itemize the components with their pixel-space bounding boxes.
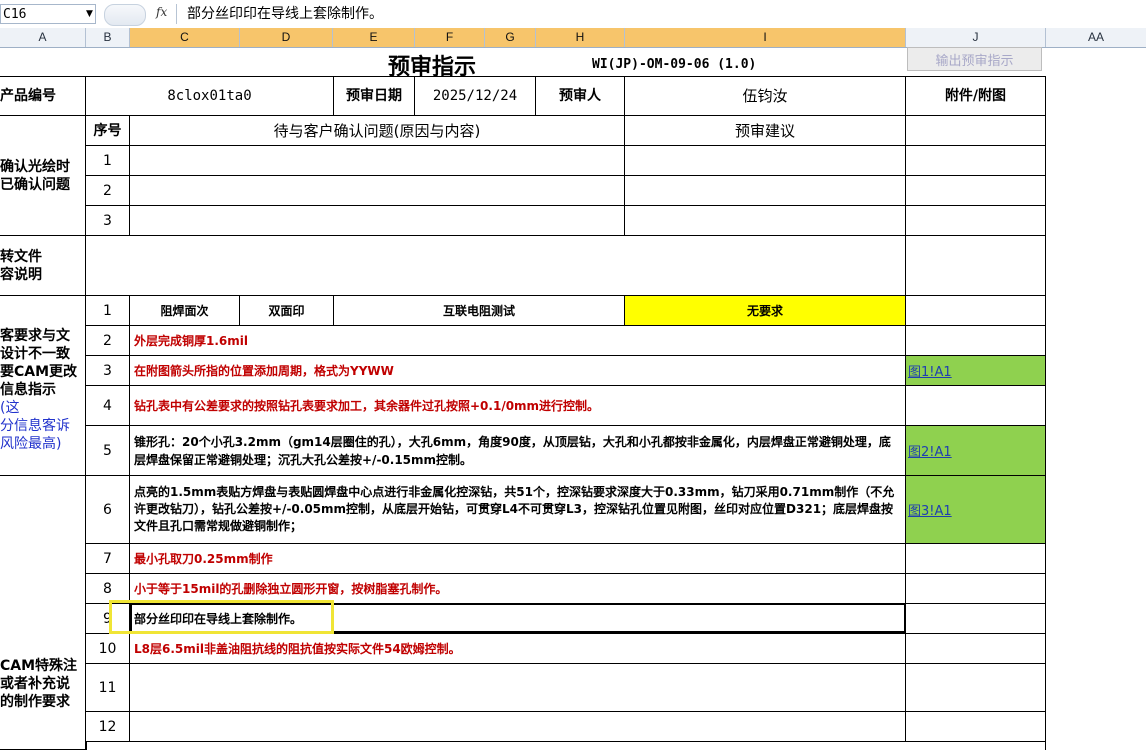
file-transfer-label: 转文件 容说明	[0, 236, 86, 296]
cam-special-label: CAM特殊注 或者补充说 的制作要求	[0, 476, 86, 750]
name-box[interactable]: C16	[0, 4, 96, 24]
seq-cell: 5	[86, 426, 130, 476]
seq-cell: 12	[86, 712, 130, 742]
seq-cell: 2	[86, 326, 130, 356]
column-header-j[interactable]: J	[906, 28, 1046, 47]
document-number: WI(JP)-OM-09-06 (1.0)	[592, 57, 757, 72]
chevron-down-icon[interactable]: ▼	[86, 9, 93, 19]
seq-cell: 11	[86, 664, 130, 712]
grid-continuation	[86, 742, 1046, 750]
requirement-cell[interactable]: 外层完成铜厚1.6mil	[130, 326, 906, 356]
no-requirement-cell[interactable]: 无要求	[625, 296, 906, 326]
issue-header: 待与客户确认问题(原因与内容)	[130, 116, 625, 146]
column-header-c[interactable]: C	[130, 28, 240, 47]
attachment-link[interactable]: 图3!A1	[906, 476, 1046, 544]
resistance-test-cell[interactable]: 互联电阻测试	[334, 296, 625, 326]
column-header-d[interactable]: D	[240, 28, 333, 47]
attachment-cell[interactable]	[906, 206, 1046, 236]
attachment-cell[interactable]	[906, 116, 1046, 146]
column-header-e[interactable]: E	[333, 28, 415, 47]
sheet-grid: 预审指示 WI(JP)-OM-09-06 (1.0) 输出预审指示 产品编号 8…	[0, 47, 1146, 750]
attachment-cell[interactable]	[906, 176, 1046, 206]
attachment-cell[interactable]	[906, 236, 1046, 296]
seq-header: 序号	[86, 116, 130, 146]
highlight-box	[109, 600, 334, 634]
seq-cell: 1	[86, 296, 130, 326]
seq-cell: 2	[86, 176, 130, 206]
attachment-cell[interactable]	[906, 604, 1046, 634]
issue-cell[interactable]	[130, 176, 625, 206]
file-transfer-content[interactable]	[86, 236, 906, 296]
review-date-value[interactable]: 2025/12/24	[415, 76, 536, 116]
suggestion-cell[interactable]	[625, 176, 906, 206]
seq-cell: 7	[86, 544, 130, 574]
requirement-cell[interactable]: 在附图箭头所指的位置添加周期，格式为YYWW	[130, 356, 906, 386]
suggestion-cell[interactable]	[625, 206, 906, 236]
attachment-cell[interactable]	[906, 712, 1046, 742]
attachment-cell[interactable]	[906, 326, 1046, 356]
attachment-link[interactable]: 图2!A1	[906, 426, 1046, 476]
column-header-a[interactable]: A	[0, 28, 86, 47]
product-no-value[interactable]: 8clox01ta0	[86, 76, 334, 116]
attachment-cell[interactable]	[906, 146, 1046, 176]
export-review-button[interactable]: 输出预审指示	[907, 47, 1042, 71]
attachment-link[interactable]: 图1!A1	[906, 356, 1046, 386]
issue-cell[interactable]	[130, 146, 625, 176]
formula-bar-splitter[interactable]	[104, 4, 146, 26]
requirement-cell[interactable]	[130, 712, 906, 742]
insert-function-icon[interactable]: fx	[156, 5, 167, 19]
cam-change-label-note: (这 分信息客诉 风险最高)	[0, 399, 70, 452]
requirement-cell[interactable]: 锥形孔：20个小孔3.2mm（gm14层圈住的孔），大孔6mm，角度90度，从顶…	[130, 426, 906, 476]
double-print-cell[interactable]: 双面印	[240, 296, 334, 326]
attachment-cell[interactable]	[906, 634, 1046, 664]
product-no-label: 产品编号	[0, 76, 86, 116]
column-header-bar: A B C D E F G H I J AA	[0, 28, 1146, 48]
formula-bar: C16 ▼ fx 部分丝印印在导线上套除制作。	[0, 0, 1146, 29]
requirement-cell[interactable]: 点亮的1.5mm表贴方焊盘与表贴圆焊盘中心点进行非金属化控深钻，共51个，控深钻…	[130, 476, 906, 544]
column-header-i[interactable]: I	[625, 28, 906, 47]
attachment-label: 附件/附图	[906, 76, 1046, 116]
attachment-cell[interactable]	[906, 664, 1046, 712]
attachment-cell[interactable]	[906, 574, 1046, 604]
attachment-cell[interactable]	[906, 296, 1046, 326]
review-date-label: 预审日期	[334, 76, 415, 116]
cam-change-label: 客要求与文 设计不一致 要CAM更改 信息指示 (这 分信息客诉 风险最高)	[0, 296, 86, 476]
reviewer-value[interactable]: 伍钧汝	[625, 76, 906, 116]
seq-cell: 3	[86, 206, 130, 236]
suggestion-header: 预审建议	[625, 116, 906, 146]
attachment-cell[interactable]	[906, 386, 1046, 426]
cam-change-label-main: 客要求与文 设计不一致 要CAM更改 信息指示	[0, 327, 78, 398]
requirement-cell[interactable]: 钻孔表中有公差要求的按照钻孔表要求加工，其余器件过孔按照+0.1/0mm进行控制…	[130, 386, 906, 426]
requirement-cell[interactable]	[130, 664, 906, 712]
column-header-f[interactable]: F	[415, 28, 485, 47]
requirement-cell[interactable]: L8层6.5mil非盖油阻抗线的阻抗值按实际文件54欧姆控制。	[130, 634, 906, 664]
column-header-h[interactable]: H	[536, 28, 625, 47]
formula-input[interactable]: 部分丝印印在导线上套除制作。	[176, 4, 1146, 24]
suggestion-cell[interactable]	[625, 146, 906, 176]
column-header-g[interactable]: G	[485, 28, 536, 47]
requirement-cell[interactable]: 最小孔取刀0.25mm制作	[130, 544, 906, 574]
attachment-cell[interactable]	[906, 544, 1046, 574]
seq-cell: 10	[86, 634, 130, 664]
column-header-aa[interactable]: AA	[1046, 28, 1146, 47]
seq-cell: 3	[86, 356, 130, 386]
issue-cell[interactable]	[130, 206, 625, 236]
column-header-b[interactable]: B	[86, 28, 130, 47]
seq-cell: 1	[86, 146, 130, 176]
solder-mask-cell[interactable]: 阻焊面次	[130, 296, 240, 326]
seq-cell: 6	[86, 476, 130, 544]
confirmed-issues-label: 确认光绘时 已确认问题	[0, 116, 86, 236]
reviewer-label: 预审人	[536, 76, 625, 116]
seq-cell: 4	[86, 386, 130, 426]
